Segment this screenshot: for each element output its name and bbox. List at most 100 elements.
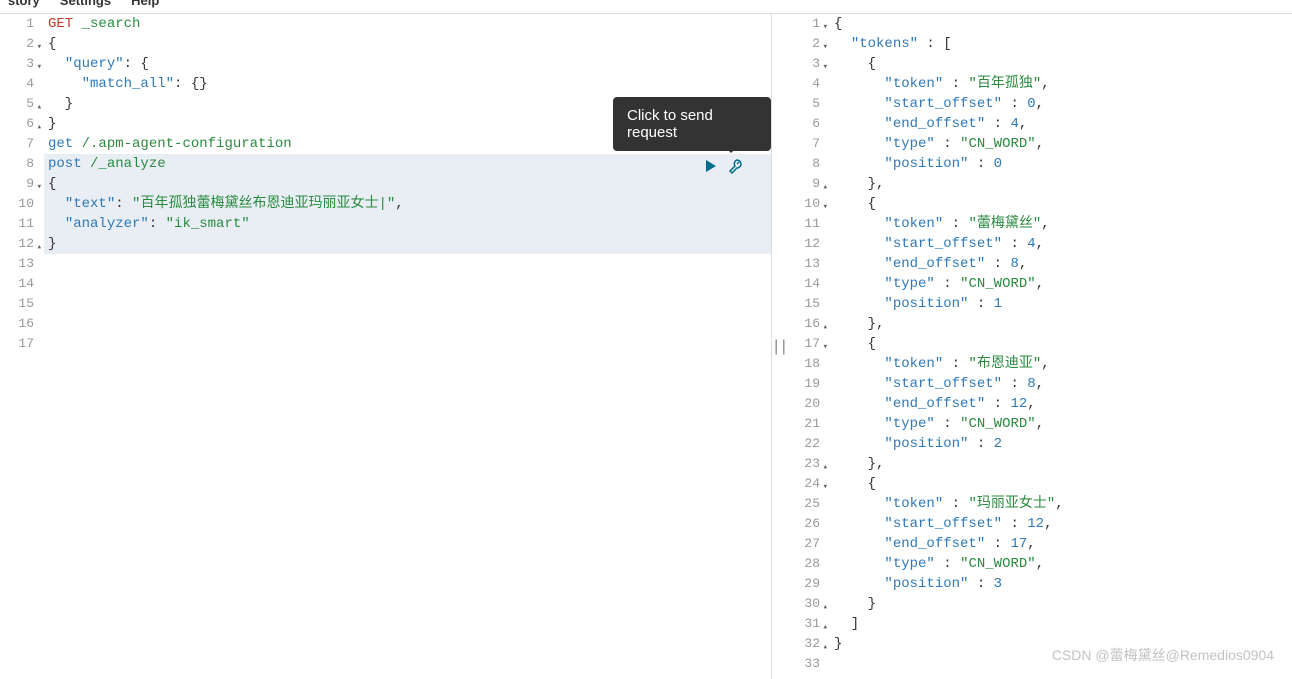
code-line[interactable]: } <box>830 634 1292 654</box>
code-line[interactable]: "query": { <box>44 54 771 74</box>
line-number: 19 <box>786 374 820 394</box>
line-number: 17 <box>0 334 34 354</box>
line-number: 15 <box>786 294 820 314</box>
code-line[interactable]: "position" : 0 <box>830 154 1292 174</box>
code-line[interactable]: "start_offset" : 0, <box>830 94 1292 114</box>
line-number: 24▾ <box>786 474 820 494</box>
code-line[interactable]: "end_offset" : 12, <box>830 394 1292 414</box>
code-line[interactable]: "match_all": {} <box>44 74 771 94</box>
fold-icon[interactable]: ▾ <box>37 37 42 57</box>
fold-icon[interactable]: ▾ <box>823 477 828 497</box>
code-line[interactable] <box>44 254 771 274</box>
code-line[interactable]: } <box>830 594 1292 614</box>
code-line[interactable]: "position" : 3 <box>830 574 1292 594</box>
code-line[interactable]: { <box>830 54 1292 74</box>
line-number: 20 <box>786 394 820 414</box>
code-line[interactable] <box>44 334 771 354</box>
code-line[interactable]: "token" : "玛丽亚女士", <box>830 494 1292 514</box>
code-line[interactable]: { <box>830 334 1292 354</box>
line-number: 3▾ <box>786 54 820 74</box>
menu-settings[interactable]: Settings <box>60 0 111 8</box>
code-line[interactable]: "type" : "CN_WORD", <box>830 134 1292 154</box>
code-line[interactable]: "token" : "蕾梅黛丝", <box>830 214 1292 234</box>
line-number: 4 <box>786 74 820 94</box>
fold-icon[interactable]: ▾ <box>823 17 828 37</box>
pane-resize-handle[interactable]: || <box>772 14 786 679</box>
response-pane[interactable]: 1▾2▾3▾456789▴10▾111213141516▴17▾18192021… <box>786 14 1292 679</box>
line-number: 9▾ <box>0 174 34 194</box>
response-gutter: 1▾2▾3▾456789▴10▾111213141516▴17▾18192021… <box>786 14 830 679</box>
line-number: 25 <box>786 494 820 514</box>
fold-icon[interactable]: ▴ <box>823 637 828 657</box>
line-number: 31▴ <box>786 614 820 634</box>
fold-icon[interactable]: ▴ <box>37 97 42 117</box>
code-line[interactable]: GET _search <box>44 14 771 34</box>
code-line[interactable]: post /_analyze <box>44 154 771 174</box>
code-line[interactable]: }, <box>830 454 1292 474</box>
fold-icon[interactable]: ▾ <box>823 337 828 357</box>
line-number: 2▾ <box>786 34 820 54</box>
code-line[interactable]: { <box>830 474 1292 494</box>
code-line[interactable] <box>44 294 771 314</box>
code-line[interactable] <box>44 314 771 334</box>
line-number: 29 <box>786 574 820 594</box>
fold-icon[interactable]: ▾ <box>37 57 42 77</box>
code-line[interactable]: "start_offset" : 4, <box>830 234 1292 254</box>
code-line[interactable]: "tokens" : [ <box>830 34 1292 54</box>
code-line[interactable]: { <box>44 174 771 194</box>
menu-history[interactable]: story <box>8 0 40 8</box>
code-line[interactable]: "type" : "CN_WORD", <box>830 274 1292 294</box>
code-line[interactable]: "type" : "CN_WORD", <box>830 414 1292 434</box>
code-line[interactable]: "token" : "百年孤独", <box>830 74 1292 94</box>
code-line[interactable]: "start_offset" : 12, <box>830 514 1292 534</box>
line-number: 13 <box>786 254 820 274</box>
line-number: 9▴ <box>786 174 820 194</box>
code-line[interactable]: } <box>44 234 771 254</box>
fold-icon[interactable]: ▴ <box>823 317 828 337</box>
editor-pane[interactable]: 12▾3▾45▴6▴789▾101112▴1314151617 GET _sea… <box>0 14 772 679</box>
fold-icon[interactable]: ▾ <box>823 197 828 217</box>
code-line[interactable]: "end_offset" : 8, <box>830 254 1292 274</box>
line-number: 17▾ <box>786 334 820 354</box>
code-line[interactable]: "text": "百年孤独蕾梅黛丝布恩迪亚玛丽亚女士|", <box>44 194 771 214</box>
line-number: 27 <box>786 534 820 554</box>
fold-icon[interactable]: ▾ <box>823 57 828 77</box>
fold-icon[interactable]: ▴ <box>823 177 828 197</box>
line-number: 8 <box>0 154 34 174</box>
fold-icon[interactable]: ▴ <box>823 457 828 477</box>
editor-gutter: 12▾3▾45▴6▴789▾101112▴1314151617 <box>0 14 44 679</box>
code-line[interactable]: { <box>44 34 771 54</box>
menu-help[interactable]: Help <box>131 0 159 8</box>
fold-icon[interactable]: ▴ <box>823 597 828 617</box>
wrench-icon[interactable] <box>727 158 743 179</box>
code-line[interactable]: }, <box>830 174 1292 194</box>
code-line[interactable]: "position" : 1 <box>830 294 1292 314</box>
code-line[interactable]: "analyzer": "ik_smart" <box>44 214 771 234</box>
code-line[interactable]: "end_offset" : 17, <box>830 534 1292 554</box>
code-line[interactable]: }, <box>830 314 1292 334</box>
line-number: 6 <box>786 114 820 134</box>
code-line[interactable]: "start_offset" : 8, <box>830 374 1292 394</box>
code-line[interactable]: ] <box>830 614 1292 634</box>
fold-icon[interactable]: ▾ <box>823 37 828 57</box>
line-number: 16 <box>0 314 34 334</box>
code-line[interactable]: { <box>830 14 1292 34</box>
line-number: 10▾ <box>786 194 820 214</box>
code-line[interactable]: "type" : "CN_WORD", <box>830 554 1292 574</box>
line-number: 16▴ <box>786 314 820 334</box>
fold-icon[interactable]: ▴ <box>37 237 42 257</box>
code-line[interactable]: "position" : 2 <box>830 434 1292 454</box>
line-number: 5 <box>786 94 820 114</box>
code-line[interactable] <box>830 654 1292 674</box>
code-line[interactable]: "token" : "布恩迪亚", <box>830 354 1292 374</box>
play-icon[interactable] <box>703 158 719 179</box>
fold-icon[interactable]: ▾ <box>37 177 42 197</box>
code-line[interactable] <box>44 274 771 294</box>
line-number: 6▴ <box>0 114 34 134</box>
fold-icon[interactable]: ▴ <box>823 617 828 637</box>
code-line[interactable]: "end_offset" : 4, <box>830 114 1292 134</box>
main-split: 12▾3▾45▴6▴789▾101112▴1314151617 GET _sea… <box>0 14 1292 679</box>
line-number: 11 <box>0 214 34 234</box>
fold-icon[interactable]: ▴ <box>37 117 42 137</box>
code-line[interactable]: { <box>830 194 1292 214</box>
